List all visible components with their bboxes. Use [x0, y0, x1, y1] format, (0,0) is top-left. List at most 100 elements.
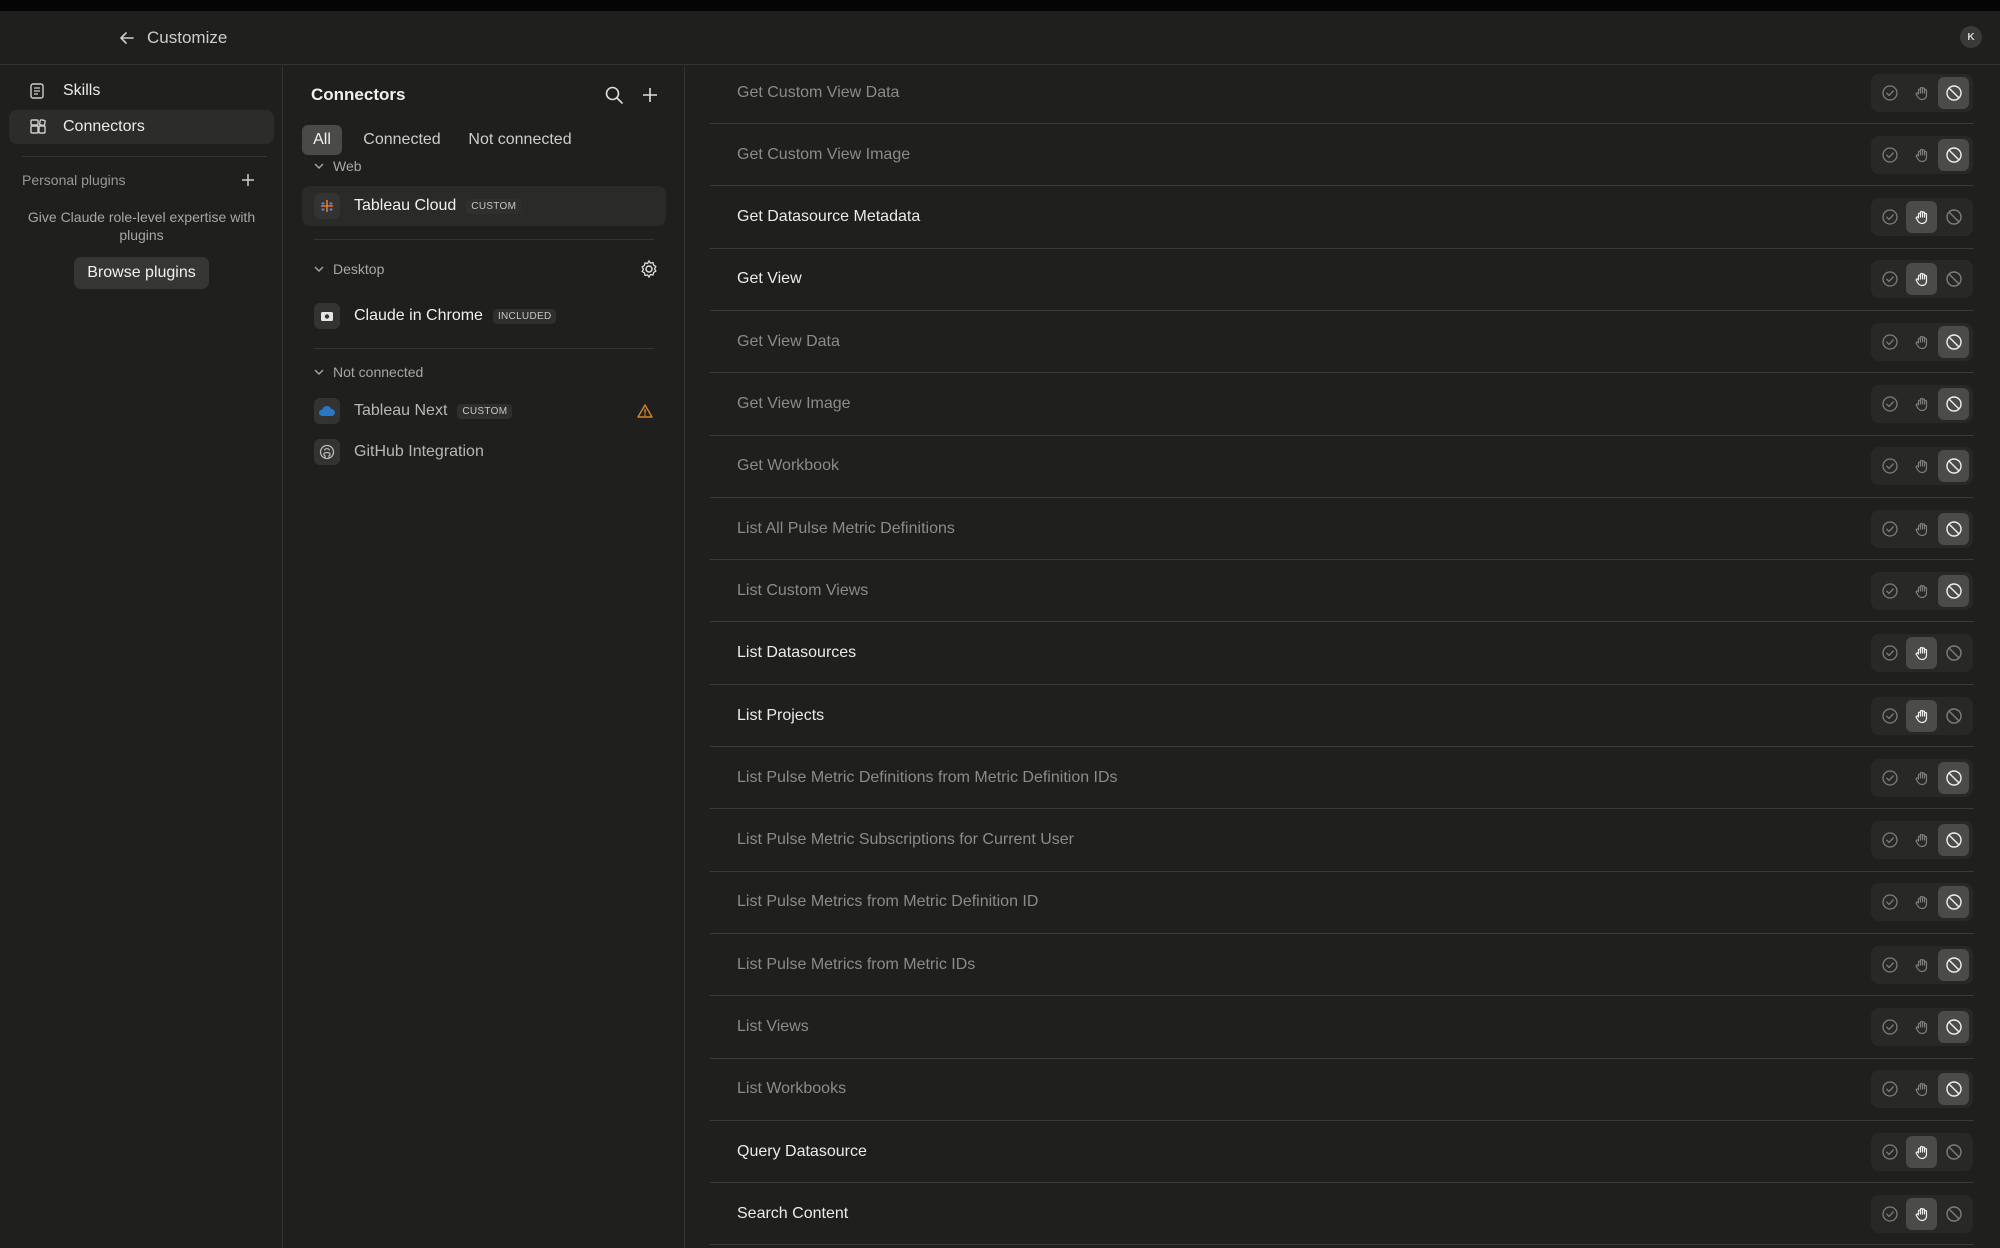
permission-block-button[interactable]: [1938, 574, 1969, 607]
tool-name: List Pulse Metrics from Metric Definitio…: [737, 893, 1039, 911]
connector-name: Tableau Next: [354, 402, 448, 419]
permission-block-button[interactable]: [1938, 700, 1969, 732]
add-connector-button[interactable]: [638, 83, 662, 107]
permission-block-button[interactable]: [1938, 761, 1969, 794]
add-plugin-button[interactable]: [238, 170, 258, 190]
permission-ask-button[interactable]: [1906, 1197, 1937, 1230]
permission-ask-button[interactable]: [1906, 1011, 1937, 1043]
group-web-toggle[interactable]: Web: [312, 158, 362, 174]
permission-allow-button[interactable]: [1874, 1073, 1905, 1105]
tab-connected[interactable]: Connected: [354, 125, 450, 155]
permission-allow-button[interactable]: [1874, 1011, 1905, 1043]
warning-icon[interactable]: [635, 401, 655, 421]
permission-selector: [1871, 1070, 1973, 1109]
check-circle-icon: [1881, 1205, 1899, 1223]
group-not-connected-toggle[interactable]: Not connected: [312, 364, 423, 380]
tab-not-connected[interactable]: Not connected: [460, 125, 580, 155]
connector-tableau-next[interactable]: Tableau Next CUSTOM: [302, 391, 666, 431]
permission-allow-button[interactable]: [1874, 886, 1905, 918]
permission-block-button[interactable]: [1938, 201, 1969, 233]
check-circle-icon: [1881, 707, 1899, 725]
block-icon: [1945, 644, 1963, 662]
permission-block-button[interactable]: [1938, 1198, 1969, 1230]
browse-plugins-button[interactable]: Browse plugins: [74, 257, 209, 289]
tool-row: List Datasources: [710, 623, 1974, 685]
hand-icon: [1913, 520, 1931, 538]
permission-allow-button[interactable]: [1874, 139, 1905, 171]
permission-allow-button[interactable]: [1874, 263, 1905, 295]
permission-allow-button[interactable]: [1874, 77, 1905, 109]
permission-ask-button[interactable]: [1906, 824, 1937, 856]
hand-icon: [1913, 1018, 1931, 1036]
permission-ask-button[interactable]: [1906, 699, 1937, 732]
search-connectors-button[interactable]: [602, 83, 626, 107]
permission-block-button[interactable]: [1938, 1011, 1969, 1043]
permission-block-button[interactable]: [1938, 886, 1969, 919]
connectors-icon: [28, 117, 48, 137]
permission-ask-button[interactable]: [1906, 326, 1937, 358]
permission-ask-button[interactable]: [1906, 450, 1937, 482]
permission-ask-button[interactable]: [1906, 263, 1937, 296]
custom-badge: CUSTOM: [457, 403, 513, 419]
permission-ask-button[interactable]: [1906, 637, 1937, 670]
tool-row: Search Content: [710, 1183, 1974, 1246]
permission-allow-button[interactable]: [1874, 824, 1905, 856]
tool-permissions-list: Get Custom View Data Get Custom View Imag…: [686, 66, 2000, 1248]
permission-block-button[interactable]: [1938, 948, 1969, 981]
permission-ask-button[interactable]: [1906, 949, 1937, 981]
permission-block-button[interactable]: [1938, 450, 1969, 483]
permission-block-button[interactable]: [1938, 1136, 1969, 1168]
permission-ask-button[interactable]: [1906, 1073, 1937, 1105]
block-icon: [1945, 831, 1963, 849]
permission-block-button[interactable]: [1938, 76, 1969, 109]
tab-all[interactable]: All: [302, 125, 342, 155]
permission-allow-button[interactable]: [1874, 762, 1905, 794]
permission-allow-button[interactable]: [1874, 637, 1905, 669]
desktop-settings-button[interactable]: [638, 258, 660, 280]
group-desktop-toggle[interactable]: Desktop: [312, 261, 384, 277]
permission-ask-button[interactable]: [1906, 201, 1937, 234]
permission-allow-button[interactable]: [1874, 1198, 1905, 1230]
permission-allow-button[interactable]: [1874, 575, 1905, 607]
permission-selector: [1871, 447, 1973, 486]
tool-row: Get View Image: [710, 374, 1974, 436]
permission-block-button[interactable]: [1938, 263, 1969, 295]
back-button[interactable]: [114, 25, 140, 51]
permission-block-button[interactable]: [1938, 637, 1969, 669]
permission-ask-button[interactable]: [1906, 388, 1937, 420]
permission-allow-button[interactable]: [1874, 1136, 1905, 1168]
connector-tableau-cloud[interactable]: Tableau Cloud CUSTOM: [302, 186, 666, 226]
sidebar-item-label: Skills: [63, 82, 101, 99]
permission-ask-button[interactable]: [1906, 1135, 1937, 1168]
connector-claude-in-chrome[interactable]: Claude in Chrome INCLUDED: [302, 296, 666, 336]
permission-block-button[interactable]: [1938, 512, 1969, 545]
plus-icon: [242, 174, 254, 186]
permission-ask-button[interactable]: [1906, 575, 1937, 607]
sidebar-item-connectors[interactable]: Connectors: [9, 110, 274, 144]
permission-allow-button[interactable]: [1874, 201, 1905, 233]
permission-block-button[interactable]: [1938, 325, 1969, 358]
permission-block-button[interactable]: [1938, 138, 1969, 171]
block-icon: [1945, 1143, 1963, 1161]
permission-block-button[interactable]: [1938, 824, 1969, 857]
permission-allow-button[interactable]: [1874, 450, 1905, 482]
avatar[interactable]: K: [1960, 26, 1982, 48]
sidebar-item-skills[interactable]: Skills: [9, 74, 274, 108]
connector-github[interactable]: GitHub Integration: [302, 432, 666, 472]
chrome-extension-icon: [314, 303, 340, 329]
connector-name: Tableau Cloud: [354, 197, 457, 214]
permission-block-button[interactable]: [1938, 1073, 1969, 1106]
permission-block-button[interactable]: [1938, 388, 1969, 420]
permission-allow-button[interactable]: [1874, 326, 1905, 358]
block-icon: [1945, 769, 1963, 787]
permission-allow-button[interactable]: [1874, 388, 1905, 420]
block-icon: [1945, 84, 1963, 102]
permission-allow-button[interactable]: [1874, 949, 1905, 981]
permission-ask-button[interactable]: [1906, 139, 1937, 171]
permission-ask-button[interactable]: [1906, 513, 1937, 545]
permission-allow-button[interactable]: [1874, 513, 1905, 545]
permission-ask-button[interactable]: [1906, 886, 1937, 918]
permission-allow-button[interactable]: [1874, 700, 1905, 732]
permission-ask-button[interactable]: [1906, 762, 1937, 794]
permission-ask-button[interactable]: [1906, 77, 1937, 109]
